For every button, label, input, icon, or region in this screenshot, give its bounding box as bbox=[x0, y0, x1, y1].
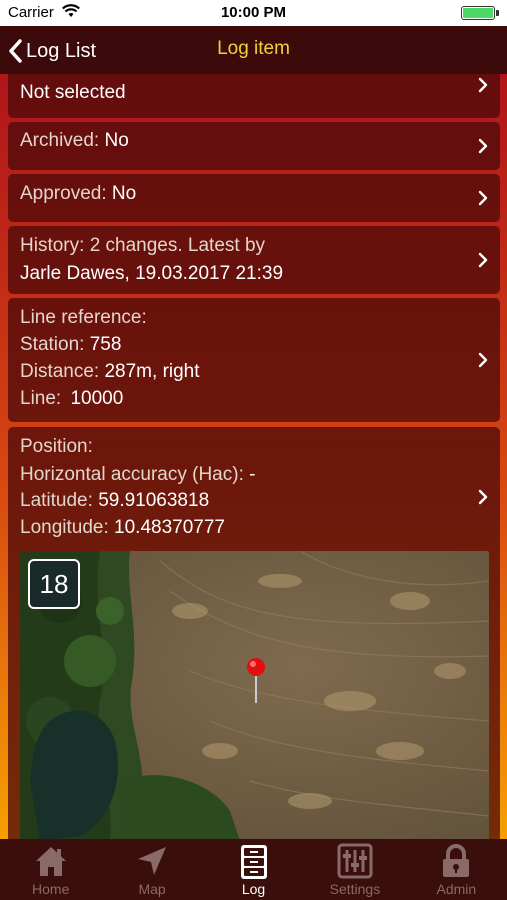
line-reference-heading: Line reference: bbox=[20, 307, 147, 328]
clock: 10:00 PM bbox=[220, 4, 287, 21]
hac-value: - bbox=[249, 464, 256, 485]
chevron-right-icon bbox=[478, 252, 488, 268]
tab-label: Settings bbox=[329, 881, 381, 897]
line-label: Line: bbox=[20, 388, 62, 409]
archived-label: Archived: bbox=[20, 130, 100, 151]
line-value: 10000 bbox=[70, 388, 124, 409]
file-cabinet-icon bbox=[240, 845, 267, 879]
distance-value: 287m, right bbox=[104, 361, 200, 382]
tab-bar: Home Map Log Settings Admin bbox=[0, 839, 507, 900]
navigation-arrow-icon bbox=[138, 847, 167, 875]
history-value: 2 changes. Latest by bbox=[89, 235, 266, 256]
station-label: Station: bbox=[20, 334, 85, 355]
position-heading: Position: bbox=[20, 436, 93, 457]
log-item-list[interactable]: Not selected Archived: No Approved: No H… bbox=[0, 74, 507, 839]
procedure-cell[interactable]: Not selected bbox=[8, 74, 500, 118]
home-icon bbox=[35, 847, 66, 876]
tab-map[interactable]: Map bbox=[101, 839, 202, 900]
tab-admin[interactable]: Admin bbox=[406, 839, 507, 900]
tab-settings[interactable]: Settings bbox=[304, 839, 405, 900]
line-reference-cell[interactable]: Line reference: Station: 758 Distance: 2… bbox=[8, 298, 500, 422]
hac-label: Horizontal accuracy (Hac): bbox=[20, 464, 244, 485]
tab-label: Map bbox=[138, 881, 166, 897]
tab-home[interactable]: Home bbox=[0, 839, 101, 900]
tab-log[interactable]: Log bbox=[203, 839, 304, 900]
latitude-value: 59.91063818 bbox=[98, 490, 210, 511]
archived-value: No bbox=[104, 130, 129, 151]
zoom-level-badge: 18 bbox=[28, 559, 80, 609]
history-detail: Jarle Dawes, 19.03.2017 21:39 bbox=[20, 263, 284, 284]
longitude-label: Longitude: bbox=[20, 517, 109, 538]
chevron-right-icon bbox=[478, 489, 488, 505]
sliders-icon bbox=[337, 843, 373, 879]
tab-label: Admin bbox=[436, 881, 477, 897]
lock-icon bbox=[443, 844, 470, 877]
archived-cell[interactable]: Archived: No bbox=[8, 122, 500, 170]
tab-label: Log bbox=[241, 881, 266, 897]
navigation-bar: Log List Log item bbox=[0, 26, 507, 74]
history-cell[interactable]: History: 2 changes. Latest by Jarle Dawe… bbox=[8, 226, 500, 294]
procedure-value: Not selected bbox=[20, 82, 126, 103]
distance-label: Distance: bbox=[20, 361, 100, 382]
map-pin-icon bbox=[247, 658, 265, 703]
chevron-right-icon bbox=[478, 77, 488, 93]
approved-label: Approved: bbox=[20, 183, 107, 204]
page-title: Log item bbox=[217, 38, 290, 59]
chevron-right-icon bbox=[478, 190, 488, 206]
chevron-right-icon bbox=[478, 138, 488, 154]
history-label: History: bbox=[20, 235, 85, 256]
station-value: 758 bbox=[89, 334, 122, 355]
latitude-label: Latitude: bbox=[20, 490, 93, 511]
satellite-map-thumbnail[interactable]: 18 bbox=[20, 551, 489, 839]
battery-icon bbox=[461, 6, 501, 20]
status-bar: Carrier 10:00 PM bbox=[0, 0, 507, 26]
chevron-right-icon bbox=[478, 352, 488, 368]
position-cell[interactable]: Position: Horizontal accuracy (Hac): - L… bbox=[8, 427, 500, 839]
tab-label: Home bbox=[32, 881, 70, 897]
longitude-value: 10.48370777 bbox=[114, 517, 225, 538]
approved-value: No bbox=[111, 183, 137, 204]
approved-cell[interactable]: Approved: No bbox=[8, 174, 500, 222]
